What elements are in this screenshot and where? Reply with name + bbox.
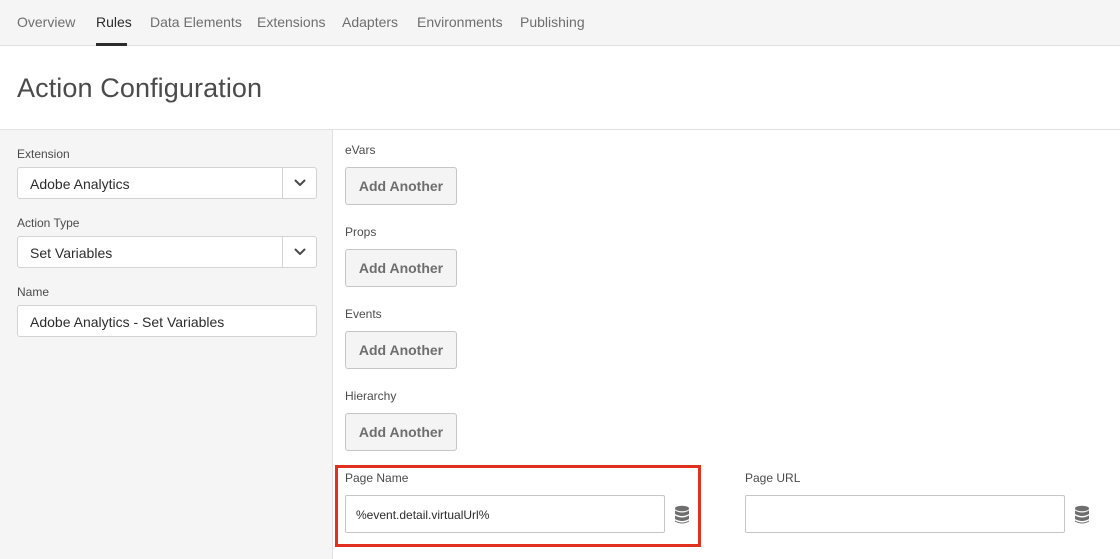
extension-label: Extension — [17, 147, 70, 161]
tab-environments[interactable]: Environments — [417, 14, 503, 30]
chevron-down-icon[interactable] — [282, 237, 317, 267]
events-label: Events — [345, 307, 382, 321]
page-url-label: Page URL — [745, 471, 801, 485]
hierarchy-add-another-button[interactable]: Add Another — [345, 413, 457, 451]
page-name-input-value: %event.detail.virtualUrl% — [356, 508, 490, 522]
tab-extensions[interactable]: Extensions — [257, 14, 325, 30]
page-name-label: Page Name — [345, 471, 409, 485]
extension-select-value: Adobe Analytics — [30, 176, 130, 192]
page-title: Action Configuration — [17, 73, 263, 103]
top-nav: Overview Rules Data Elements Extensions … — [0, 0, 1120, 46]
chevron-down-icon[interactable] — [282, 168, 317, 198]
events-add-another-button[interactable]: Add Another — [345, 331, 457, 369]
page-header: Action Configuration — [0, 46, 1120, 130]
page-name-input[interactable]: %event.detail.virtualUrl% — [345, 495, 665, 533]
props-label: Props — [345, 225, 377, 239]
props-add-another-button[interactable]: Add Another — [345, 249, 457, 287]
action-type-select-value: Set Variables — [30, 245, 113, 261]
name-input[interactable]: Adobe Analytics - Set Variables — [17, 305, 317, 337]
page-url-input[interactable] — [745, 495, 1065, 533]
extension-select[interactable]: Adobe Analytics — [17, 167, 317, 199]
name-label: Name — [17, 285, 50, 299]
name-input-value: Adobe Analytics - Set Variables — [30, 314, 225, 330]
database-icon[interactable] — [674, 505, 690, 525]
evars-add-another-button[interactable]: Add Another — [345, 167, 457, 205]
hierarchy-label: Hierarchy — [345, 389, 397, 403]
tab-adapters[interactable]: Adapters — [342, 14, 398, 30]
action-type-label: Action Type — [17, 216, 80, 230]
tab-rules[interactable]: Rules — [96, 14, 132, 30]
tab-overview[interactable]: Overview — [17, 14, 75, 30]
tab-publishing[interactable]: Publishing — [520, 14, 585, 30]
tab-data-elements[interactable]: Data Elements — [150, 14, 242, 30]
database-icon[interactable] — [1074, 505, 1090, 525]
evars-label: eVars — [345, 143, 376, 157]
action-type-select[interactable]: Set Variables — [17, 236, 317, 268]
